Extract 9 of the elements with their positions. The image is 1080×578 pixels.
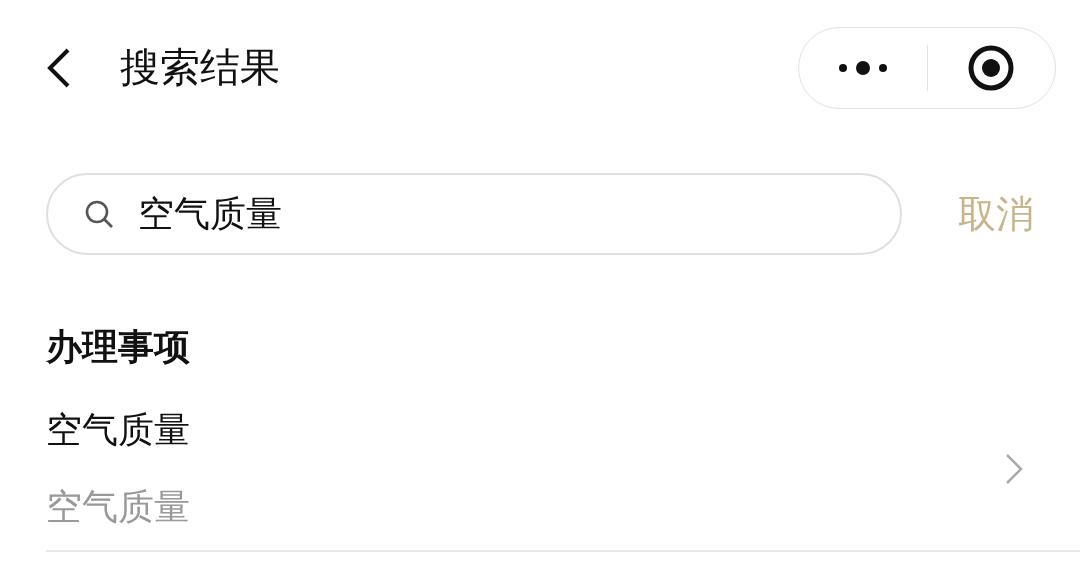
result-title: 空气质量 [46, 408, 191, 452]
section-title: 办理事项 [46, 325, 191, 369]
result-item[interactable]: 空气质量 空气质量 [46, 404, 1080, 552]
result-subtitle: 空气质量 [46, 485, 191, 529]
search-icon [84, 199, 114, 229]
search-query: 空气质量 [138, 191, 282, 236]
search-field[interactable]: 空气质量 [46, 173, 902, 255]
chevron-right-icon [1004, 452, 1024, 486]
page-title: 搜索结果 [120, 43, 281, 92]
